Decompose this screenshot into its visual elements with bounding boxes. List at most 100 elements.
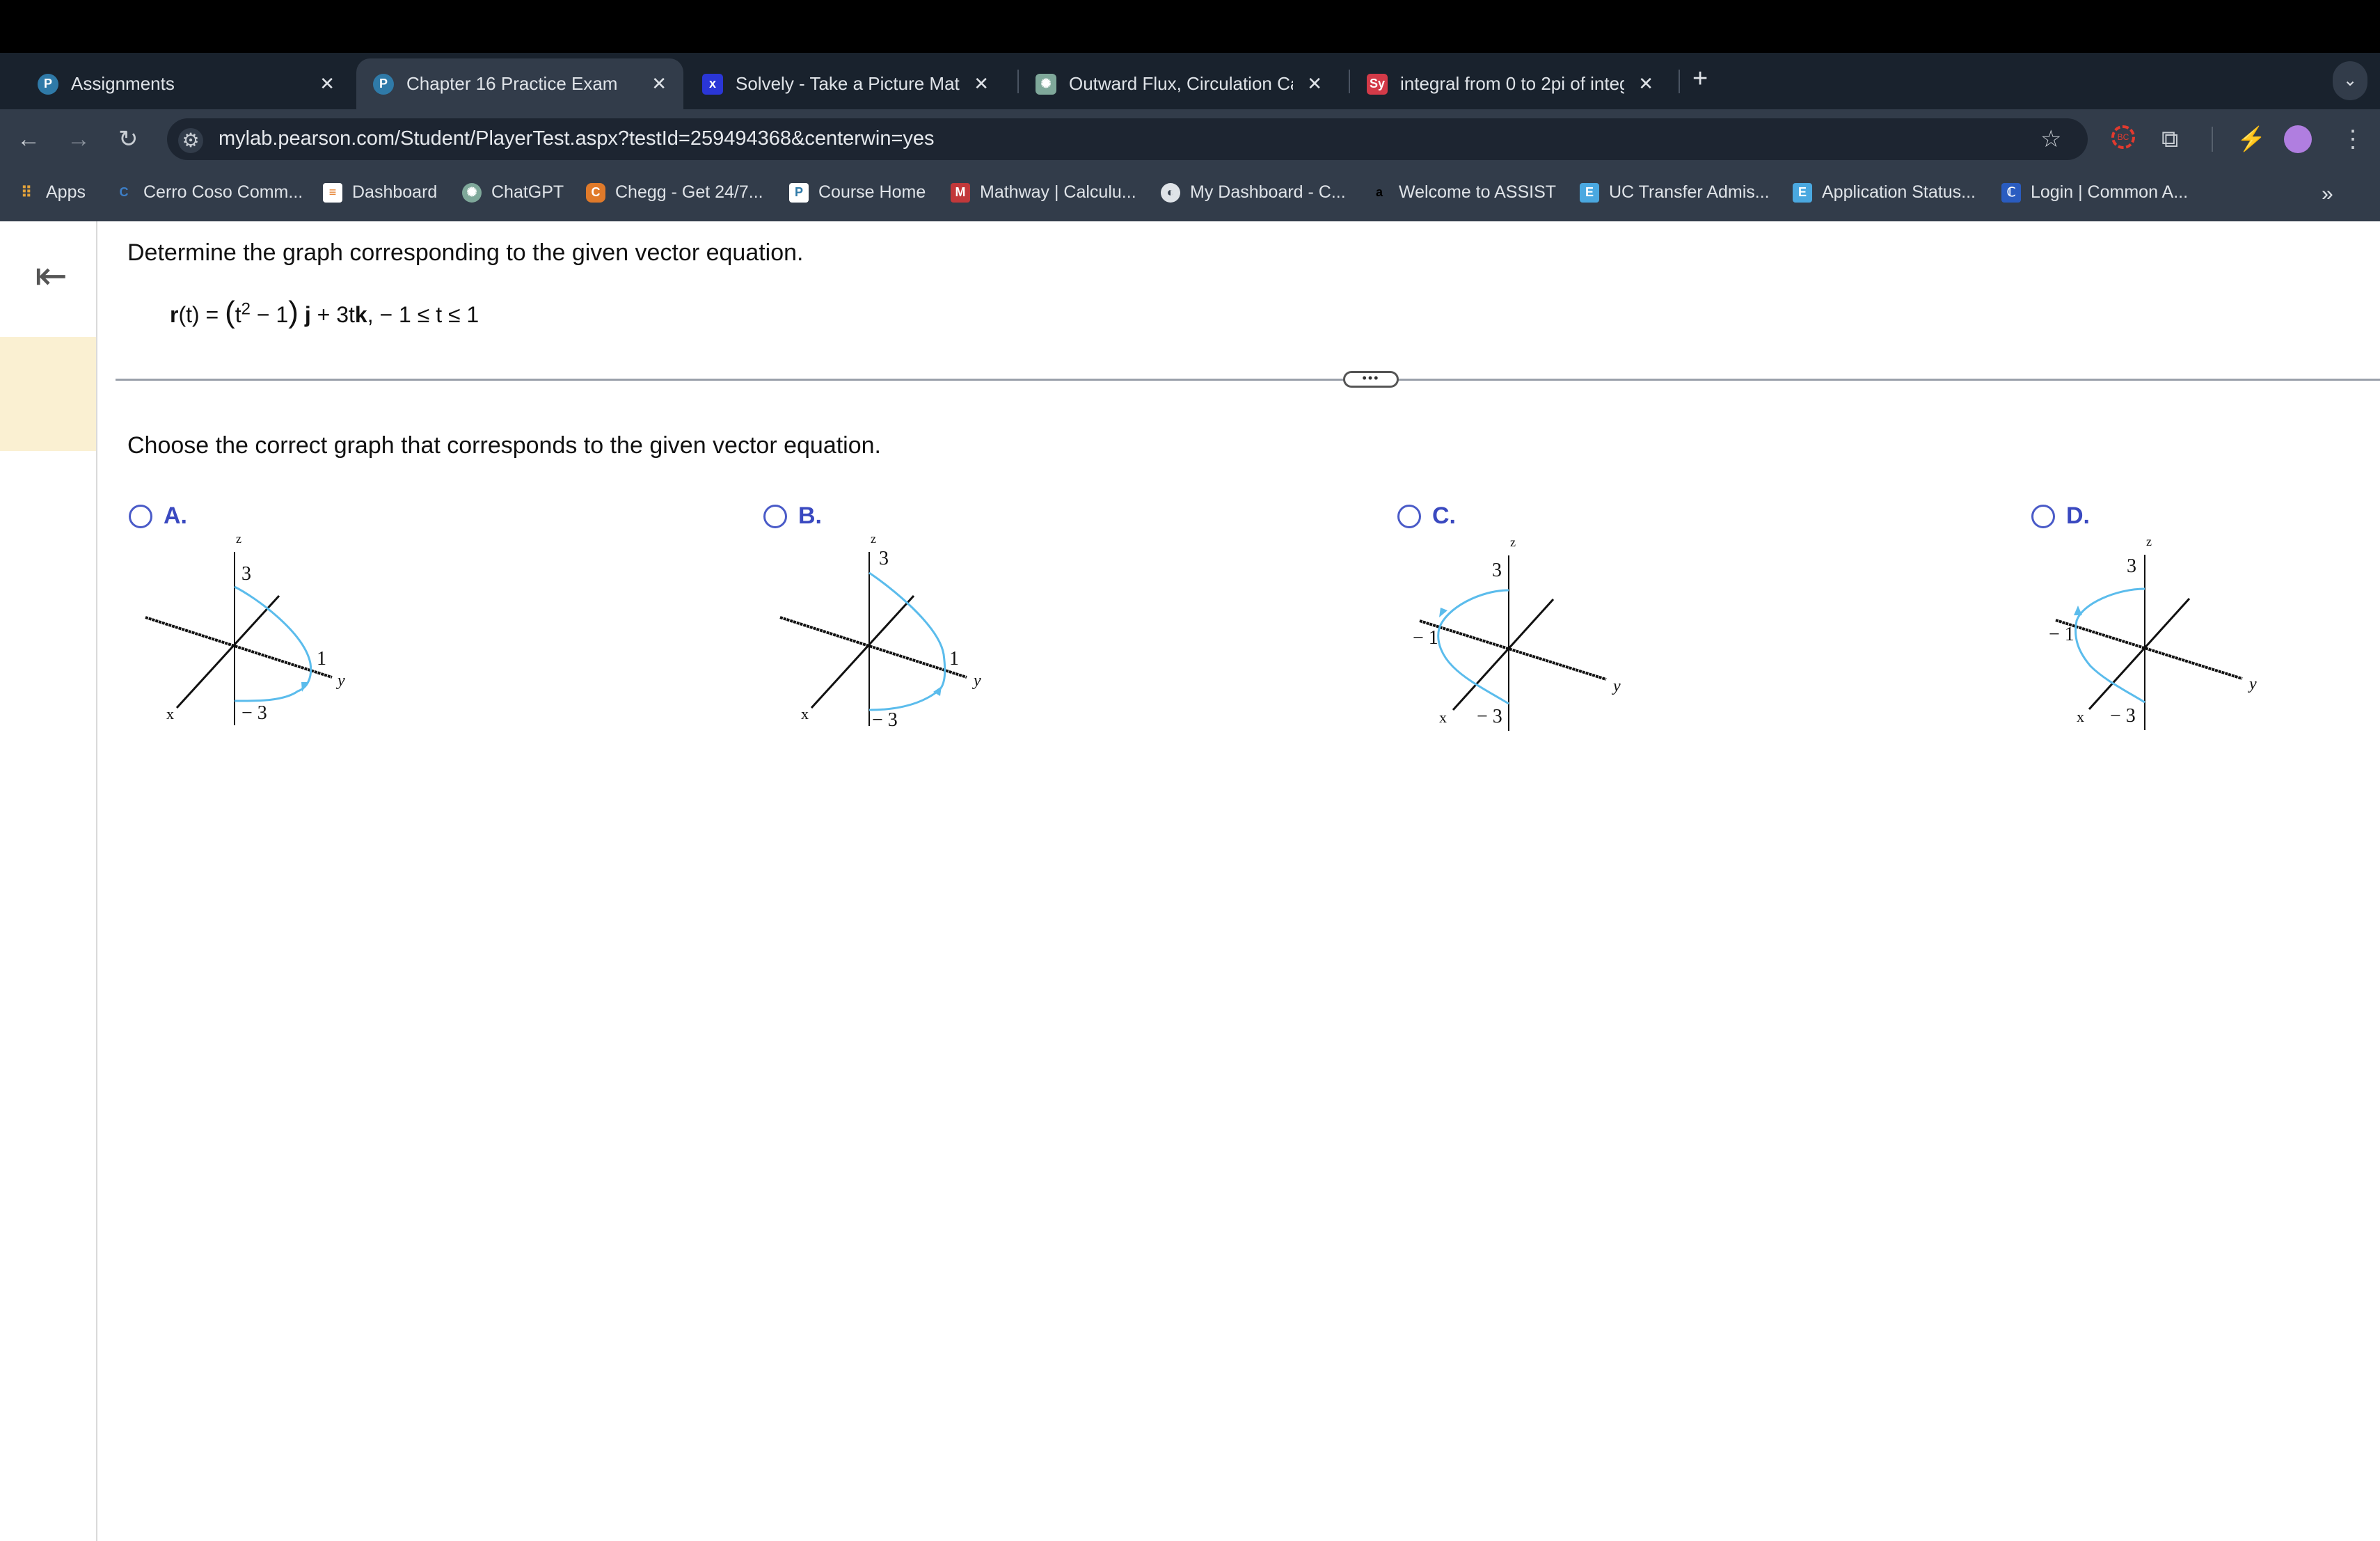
uc-icon: E [1580,182,1599,203]
bookmark-star-icon[interactable]: ☆ [2040,127,2061,151]
bottom-label: − 3 [1477,706,1502,727]
bookmark-mathway[interactable]: M Mathway | Calculu... [951,182,1136,203]
x-label: x [166,705,174,722]
dashboard-icon: ≡ [323,182,342,203]
radio-option-b[interactable] [763,504,787,528]
x-label: x [2077,708,2084,725]
close-icon[interactable]: ✕ [1638,73,1653,95]
uc-icon: E [1793,182,1812,203]
question-prompt: Determine the graph corresponding to the… [127,239,804,266]
tab-chapter-16-practice-exam[interactable]: P Chapter 16 Practice Exam ✕ [356,58,683,109]
bookmark-cerro-coso[interactable]: C Cerro Coso Comm... [114,182,303,203]
tab-assignments[interactable]: P Assignments ✕ [21,58,351,109]
option-d[interactable]: D. [2031,503,2090,530]
side-label: − 1 [2049,624,2074,645]
site-settings-icon[interactable]: ⚙ [178,128,203,153]
url-text[interactable]: mylab.pearson.com/Student/PlayerTest.asp… [219,127,935,150]
top-label: 3 [241,563,251,585]
bookmark-assist[interactable]: a Welcome to ASSIST [1370,182,1556,203]
side-label: 1 [317,648,326,670]
common-app-icon: ℂ [2001,182,2021,203]
option-a[interactable]: A. [129,503,187,530]
graph-option-b[interactable]: z 3 1 y x − 3 [758,532,994,743]
pearson-icon: P [373,73,394,95]
section-divider [116,379,2380,381]
pearson-icon: P [789,182,809,203]
bottom-label: − 3 [2110,705,2136,727]
menu-kebab-icon[interactable]: ⋮ [2341,127,2365,151]
vector-equation: r(t) = (t2 − 1) j + 3tk, − 1 ≤ t ≤ 1 [170,295,479,329]
y-label: y [972,672,981,690]
z-label: z [2146,535,2152,548]
globe-icon: ◐ [1161,182,1180,203]
back-icon[interactable]: ← [17,127,40,151]
radio-option-c[interactable] [1397,504,1421,528]
direction-arrow-icon [2074,606,2082,615]
pearson-icon: P [38,73,58,95]
top-label: 3 [2127,555,2136,577]
close-icon[interactable]: ✕ [651,73,667,95]
radio-option-d[interactable] [2031,504,2055,528]
y-label: y [336,672,345,690]
tab-outward-flux[interactable]: ✺ Outward Flux, Circulation Calc ✕ [1019,58,1339,109]
x-label: x [801,705,809,722]
option-c[interactable]: C. [1397,503,1456,530]
instruction-text: Choose the correct graph that correspond… [127,432,881,459]
option-b[interactable]: B. [763,503,822,530]
bookmark-application-status[interactable]: E Application Status... [1793,182,1976,203]
z-label: z [236,532,241,546]
chegg-icon: C [586,182,605,203]
bottom-label: − 3 [241,702,267,724]
solvely-icon: x [702,73,723,95]
sidebar-current-question-highlight[interactable] [0,337,96,451]
bookmark-dashboard[interactable]: ≡ Dashboard [323,182,437,203]
direction-arrow-icon [301,682,308,692]
curve [868,571,946,711]
y-label: y [1612,677,1621,695]
bottom-label: − 3 [872,709,898,731]
close-icon[interactable]: ✕ [319,73,335,95]
expand-more-button[interactable]: ••• [1343,371,1399,388]
side-label: − 1 [1413,627,1438,649]
forward-icon[interactable]: → [67,127,90,151]
tab-search-chevron-icon[interactable]: ⌄ [2333,61,2367,100]
y-axis [2055,619,2243,680]
x-axis [2088,597,2191,711]
z-label: z [871,532,876,546]
chatgpt-icon: ✺ [1036,73,1056,95]
reload-icon[interactable]: ↻ [118,127,138,151]
bookmark-my-dashboard[interactable]: ◐ My Dashboard - C... [1161,182,1346,203]
extensions-puzzle-icon[interactable]: ⧉ [2161,127,2178,151]
top-label: 3 [879,548,889,569]
bookmark-uc-transfer[interactable]: E UC Transfer Admis... [1580,182,1770,203]
more-bookmarks-chevron-icon[interactable]: » [2322,182,2333,206]
symbolab-icon: Sy [1367,73,1388,95]
collapse-sidebar-icon[interactable]: ⇤ [35,256,68,295]
bookmark-common-app[interactable]: ℂ Login | Common A... [2001,182,2188,203]
bookmark-apps[interactable]: ⠿ Apps [17,182,86,203]
extension-adblock-icon[interactable]: BC [2111,125,2135,149]
x-axis [810,594,915,709]
new-tab-button[interactable]: + [1692,64,1708,94]
assist-icon: a [1375,185,1383,199]
graph-option-c[interactable]: z 3 − 1 y x − 3 [1397,535,1634,747]
cerro-coso-icon: C [119,185,129,199]
x-axis [175,594,280,709]
mathway-icon: M [951,182,970,203]
tab-integral[interactable]: Sy integral from 0 to 2pi of integ ✕ [1350,58,1670,109]
side-label: 1 [949,648,959,670]
graph-option-d[interactable]: z 3 − 1 y x − 3 [2033,535,2270,746]
tab-solvely[interactable]: x Solvely - Take a Picture Math ✕ [685,58,1006,109]
close-icon[interactable]: ✕ [974,73,989,95]
bookmark-chegg[interactable]: C Chegg - Get 24/7... [586,182,763,203]
radio-option-a[interactable] [129,504,152,528]
profile-avatar[interactable] [2284,125,2312,153]
bookmark-course-home[interactable]: P Course Home [789,182,926,203]
bookmark-chatgpt[interactable]: ✺ ChatGPT [462,182,564,203]
apps-grid-icon: ⠿ [20,183,33,201]
x-axis [1452,598,1555,711]
graph-option-a[interactable]: z 3 1 y x − 3 [123,532,360,743]
close-icon[interactable]: ✕ [1307,73,1322,95]
top-label: 3 [1492,560,1502,581]
performance-icon[interactable]: ⚡ [2237,127,2266,151]
